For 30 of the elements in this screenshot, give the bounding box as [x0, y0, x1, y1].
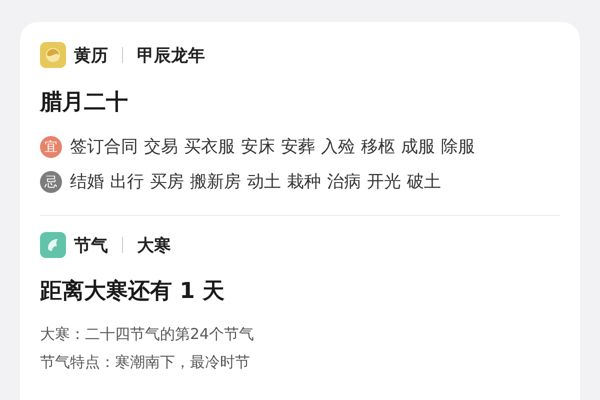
activity-label: 入殓 [321, 136, 355, 158]
activity-label: 结婚 [70, 171, 104, 193]
activity-label: 买衣服 [184, 136, 235, 158]
suitable-badge: 宜 [40, 136, 62, 158]
term-label: 大寒 [137, 234, 171, 256]
activity-label: 除服 [441, 136, 475, 158]
activity-label: 成服 [401, 136, 435, 158]
activity-label: 破土 [407, 171, 441, 193]
app-logo-icon [40, 232, 66, 258]
detail-text: 节气特点：寒潮南下，最冷时节 [40, 352, 251, 373]
activity-label: 安葬 [281, 136, 315, 158]
activity-label: 签订合同 [70, 136, 138, 158]
activity-label: 移柩 [361, 136, 395, 158]
app-logo-icon [40, 42, 66, 68]
activity-label: 动土 [247, 171, 281, 193]
activity-label: 治病 [327, 171, 361, 193]
app-name: 节气 [74, 234, 108, 256]
avoid-badge: 忌 [40, 170, 62, 192]
activity-label: 开光 [367, 171, 401, 193]
activity-label: 买房 [150, 171, 184, 193]
year-label: 甲辰龙年 [137, 44, 205, 66]
app-name: 黄历 [74, 44, 108, 66]
activity-label: 安床 [241, 136, 275, 158]
lunar-date: 腊月二十 [40, 89, 129, 117]
activity-label: 搬新房 [190, 171, 241, 193]
activity-label: 交易 [144, 136, 178, 158]
activity-label: 栽种 [287, 171, 321, 193]
countdown-text: 距离大寒还有 1 天 [40, 278, 226, 306]
activity-label: 出行 [110, 171, 144, 193]
detail-text: 大寒：二十四节气的第24个节气 [40, 324, 256, 345]
